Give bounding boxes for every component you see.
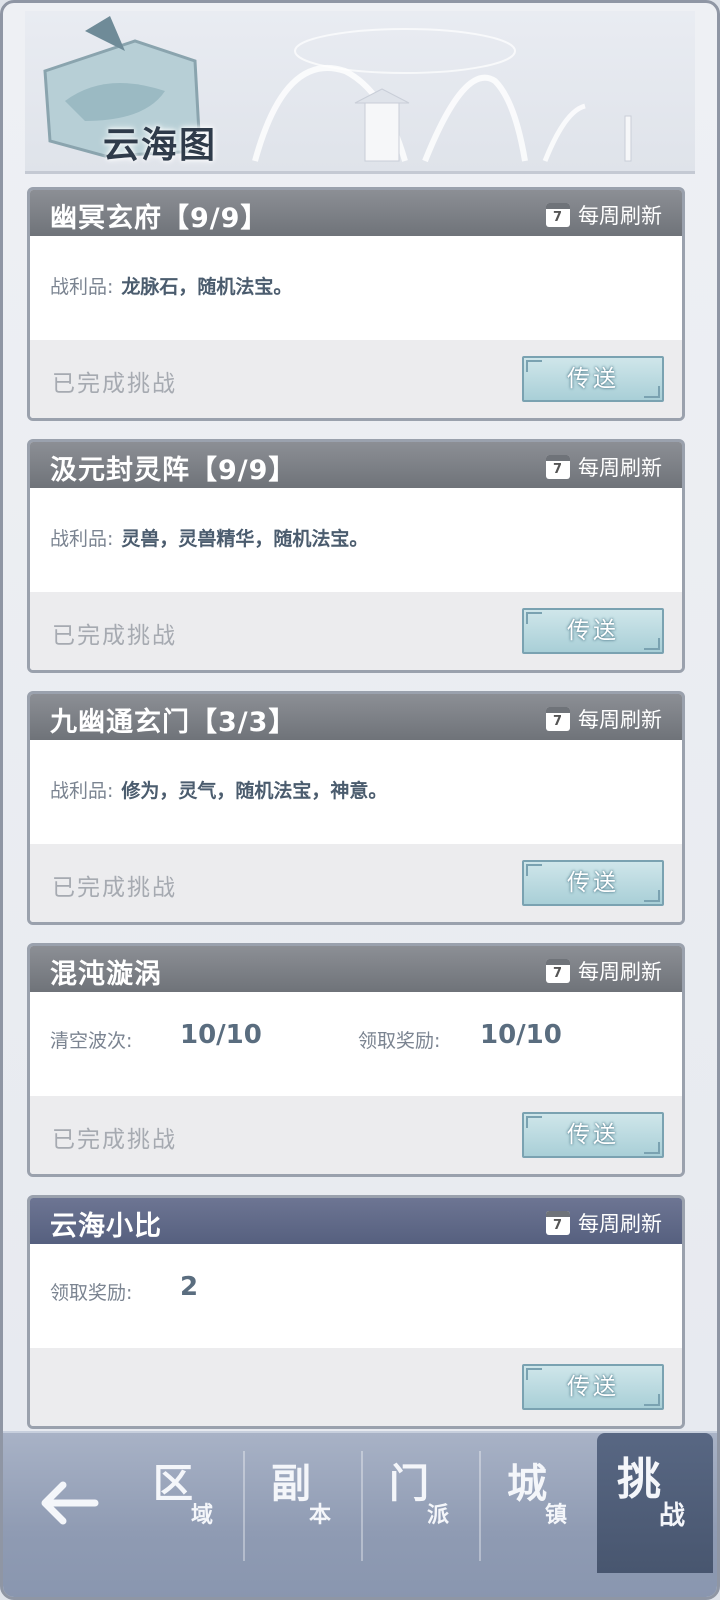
- teleport-button[interactable]: 传送: [522, 1112, 664, 1158]
- card-footer: 已完成挑战 传送: [30, 844, 682, 922]
- nav-tab-challenge[interactable]: 挑 战: [597, 1433, 713, 1573]
- card-body: 领取奖励: 2: [30, 1244, 682, 1348]
- weekly-refresh-label: 7 每周刷新: [546, 704, 662, 734]
- card-body: 战利品: 修为，灵气，随机法宝，神意。: [30, 740, 682, 844]
- calendar-icon: 7: [546, 203, 570, 227]
- card-header: 混沌漩涡 7 每周刷新: [30, 946, 682, 992]
- header-banner: 云海图: [25, 11, 695, 174]
- card-footer: 已完成挑战 传送: [30, 340, 682, 418]
- status-text: 已完成挑战: [52, 623, 177, 649]
- card-header: 幽冥玄府【9/9】 7 每周刷新: [30, 190, 682, 236]
- nav-tab-sect[interactable]: 门 派: [359, 1433, 475, 1573]
- calendar-icon: 7: [546, 959, 570, 983]
- page-title: 云海图: [103, 125, 218, 166]
- loot-info: 战利品: 龙脉石，随机法宝。: [50, 276, 293, 298]
- waves-label: 清空波次:: [50, 1030, 133, 1052]
- card-body: 战利品: 灵兽，灵兽精华，随机法宝。: [30, 488, 682, 592]
- card-header: 汲元封灵阵【9/9】 7 每周刷新: [30, 442, 682, 488]
- dungeon-card: 九幽通玄门【3/3】 7 每周刷新 战利品: 修为，灵气，随机法宝，神意。 已完成…: [27, 691, 685, 925]
- card-title: 云海小比: [50, 1211, 162, 1242]
- teleport-button[interactable]: 传送: [522, 356, 664, 402]
- nav-tab-dungeon[interactable]: 副 本: [241, 1433, 357, 1573]
- card-title: 九幽通玄门【3/3】: [50, 707, 297, 738]
- status-text: 已完成挑战: [52, 371, 177, 397]
- loot-info: 战利品: 修为，灵气，随机法宝，神意。: [50, 780, 388, 802]
- dungeon-card: 幽冥玄府【9/9】 7 每周刷新 战利品: 龙脉石，随机法宝。 已完成挑战 传送: [27, 187, 685, 421]
- waves-value: 10/10: [180, 1020, 262, 1050]
- dungeon-card: 汲元封灵阵【9/9】 7 每周刷新 战利品: 灵兽，灵兽精华，随机法宝。 已完成挑…: [27, 439, 685, 673]
- status-text: 已完成挑战: [52, 1127, 177, 1153]
- dungeon-card: 云海小比 7 每周刷新 领取奖励: 2 传送: [27, 1195, 685, 1429]
- back-arrow-icon[interactable]: [33, 1473, 103, 1533]
- weekly-refresh-label: 7 每周刷新: [546, 1208, 662, 1238]
- teleport-button[interactable]: 传送: [522, 608, 664, 654]
- bottom-nav: 区 域 副 本 门 派 城 镇 挑 战: [3, 1431, 717, 1597]
- status-text: 已完成挑战: [52, 875, 177, 901]
- nav-tab-region[interactable]: 区 域: [123, 1433, 239, 1573]
- weekly-refresh-label: 7 每周刷新: [546, 200, 662, 230]
- loot-info: 战利品: 灵兽，灵兽精华，随机法宝。: [50, 528, 369, 550]
- calendar-icon: 7: [546, 1211, 570, 1235]
- card-footer: 传送: [30, 1348, 682, 1426]
- rewards-value: 2: [180, 1272, 199, 1302]
- teleport-button[interactable]: 传送: [522, 860, 664, 906]
- weekly-refresh-label: 7 每周刷新: [546, 956, 662, 986]
- card-header: 云海小比 7 每周刷新: [30, 1198, 682, 1244]
- card-title: 汲元封灵阵【9/9】: [50, 455, 297, 486]
- calendar-icon: 7: [546, 455, 570, 479]
- card-title: 幽冥玄府【9/9】: [50, 203, 269, 234]
- card-body: 战利品: 龙脉石，随机法宝。: [30, 236, 682, 340]
- weekly-refresh-label: 7 每周刷新: [546, 452, 662, 482]
- card-body: 清空波次: 10/10 领取奖励: 10/10: [30, 992, 682, 1096]
- card-title: 混沌漩涡: [50, 959, 162, 990]
- rewards-value: 10/10: [480, 1020, 562, 1050]
- card-footer: 已完成挑战 传送: [30, 1096, 682, 1174]
- nav-tab-town[interactable]: 城 镇: [477, 1433, 593, 1573]
- card-header: 九幽通玄门【3/3】 7 每周刷新: [30, 694, 682, 740]
- card-footer: 已完成挑战 传送: [30, 592, 682, 670]
- calendar-icon: 7: [546, 707, 570, 731]
- dungeon-card: 混沌漩涡 7 每周刷新 清空波次: 10/10 领取奖励: 10/10 已完成挑…: [27, 943, 685, 1177]
- rewards-label: 领取奖励:: [50, 1282, 133, 1304]
- rewards-label: 领取奖励:: [358, 1030, 441, 1052]
- app-frame: 云海图 幽冥玄府【9/9】 7 每周刷新 战利品: 龙脉石，随机法宝。 已完成挑战…: [0, 0, 720, 1600]
- teleport-button[interactable]: 传送: [522, 1364, 664, 1410]
